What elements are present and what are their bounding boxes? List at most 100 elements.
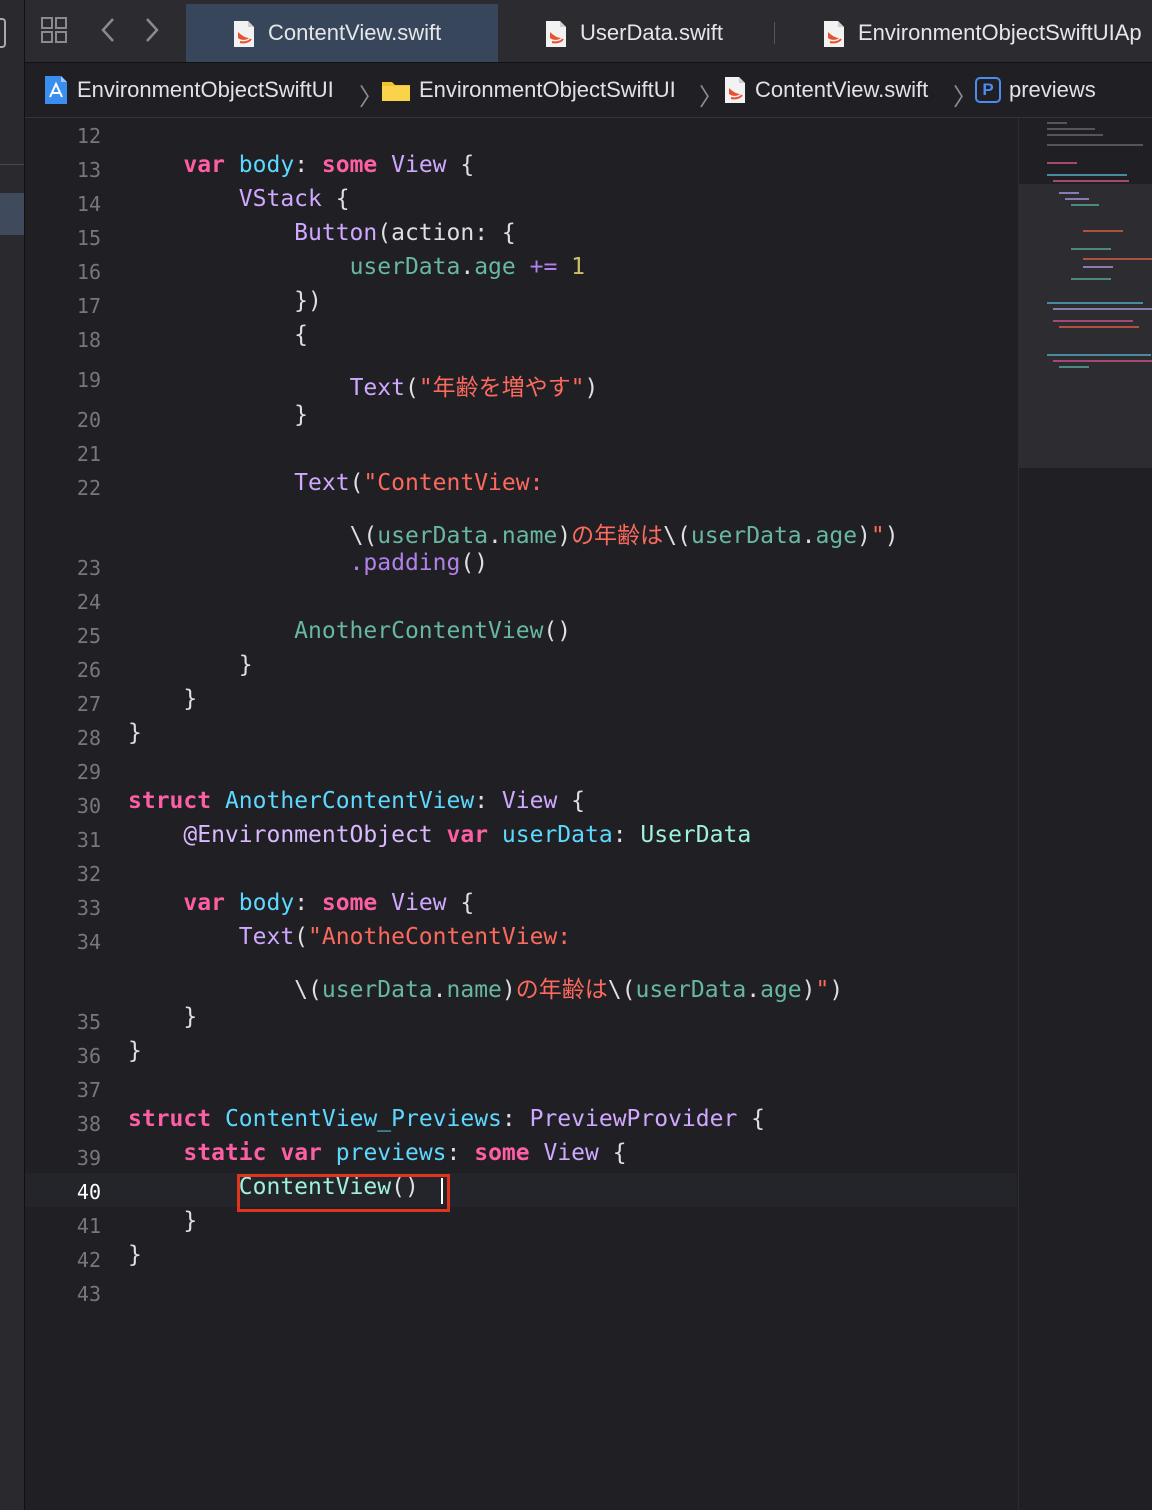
code-line: struct AnotherContentView: View { xyxy=(128,788,585,814)
minimap-line xyxy=(1059,192,1079,194)
breadcrumb-project[interactable]: EnvironmentObjectSwiftUI xyxy=(43,63,334,117)
line-number: 30 xyxy=(76,794,101,818)
xcode-project-icon xyxy=(45,76,67,104)
minimap-line xyxy=(1047,144,1143,146)
code-line: Text("年齢を増やす") xyxy=(349,375,599,401)
line-number: 36 xyxy=(76,1044,101,1068)
line-number: 12 xyxy=(76,124,101,148)
back-button[interactable] xyxy=(91,12,125,48)
tab-contentview-swift[interactable]: ContentView.swift xyxy=(186,4,498,62)
tab-label: EnvironmentObjectSwiftUIAp xyxy=(858,20,1142,45)
minimap-line xyxy=(1047,162,1077,164)
line-number: 16 xyxy=(76,260,101,284)
code-line: Text("ContentView: xyxy=(294,470,544,496)
line-number: 18 xyxy=(76,328,101,352)
line-number: 25 xyxy=(76,624,101,648)
line-number: 26 xyxy=(76,658,101,682)
line-number: 32 xyxy=(76,862,101,886)
code-line: }) xyxy=(294,288,322,314)
property-symbol-letter: P xyxy=(982,80,994,99)
forward-button[interactable] xyxy=(135,12,169,48)
swift-file-icon xyxy=(234,21,254,47)
navigator-edge xyxy=(0,0,25,1510)
code-line-wrapped: \(userData.name)の年齢は\(userData.age)") xyxy=(349,523,899,549)
tab-label: ContentView.swift xyxy=(268,20,442,45)
minimap-line xyxy=(1053,360,1152,362)
line-number: 21 xyxy=(76,442,101,466)
breadcrumb-folder[interactable]: EnvironmentObjectSwiftUI xyxy=(381,63,676,117)
code-line: @EnvironmentObject var userData: UserDat… xyxy=(183,822,752,848)
code-line: userData.age += 1 xyxy=(349,254,585,280)
highlight-annotation-box xyxy=(237,1174,450,1212)
swift-file-icon xyxy=(725,77,745,103)
line-number: 43 xyxy=(76,1282,101,1306)
code-line: } xyxy=(128,1038,142,1064)
code-line: AnotherContentView() xyxy=(294,618,572,644)
swift-file-icon xyxy=(824,21,844,47)
property-symbol-icon: P xyxy=(975,77,1001,103)
code-line: } xyxy=(128,720,142,746)
navigator-edge-shape xyxy=(0,18,6,48)
code-line: var body: some View { xyxy=(183,152,475,178)
line-number: 22 xyxy=(76,476,101,500)
code-line: var body: some View { xyxy=(183,890,475,916)
line-number: 33 xyxy=(76,896,101,920)
line-number-current: 40 xyxy=(76,1180,101,1204)
minimap-line xyxy=(1047,122,1067,124)
line-number: 17 xyxy=(76,294,101,318)
minimap-line xyxy=(1065,198,1089,200)
minimap-line xyxy=(1059,366,1089,368)
line-number: 14 xyxy=(76,192,101,216)
minimap-line xyxy=(1053,180,1129,182)
code-line: } xyxy=(238,652,253,678)
line-number: 15 xyxy=(76,226,101,250)
navigator-selection[interactable] xyxy=(0,193,24,235)
source-editor: ContentView.swift UserData.swift Environ… xyxy=(25,0,1152,1510)
swift-file-icon xyxy=(546,21,566,47)
code-line-wrapped: \(userData.name)の年齢は\(userData.age)") xyxy=(294,977,844,1003)
line-number: 34 xyxy=(76,930,101,954)
breadcrumb-symbol[interactable]: P previews xyxy=(975,63,1096,117)
navigator-divider xyxy=(0,164,24,165)
line-number: 38 xyxy=(76,1112,101,1136)
minimap-line xyxy=(1083,258,1152,260)
minimap-line xyxy=(1071,248,1111,250)
breadcrumb-chevron-icon: 〉 xyxy=(953,84,977,111)
minimap-line xyxy=(1053,308,1152,310)
line-number: 35 xyxy=(76,1010,101,1034)
line-number: 19 xyxy=(76,368,101,392)
minimap-line xyxy=(1047,302,1143,304)
tab-environmentobjectswiftuiapp[interactable]: EnvironmentObjectSwiftUIAp xyxy=(776,4,1152,62)
minimap-line xyxy=(1059,326,1139,328)
related-items-button[interactable] xyxy=(35,12,73,48)
tab-bar: ContentView.swift UserData.swift Environ… xyxy=(25,0,1152,63)
code-line: } xyxy=(294,402,309,428)
line-number: 24 xyxy=(76,590,101,614)
tab-label: UserData.swift xyxy=(580,20,724,45)
minimap-line xyxy=(1047,174,1127,176)
minimap-line xyxy=(1047,354,1151,356)
minimap-line xyxy=(1047,134,1103,136)
code-area[interactable]: 12 13 14 15 16 17 18 19 20 21 22 23 24 2… xyxy=(25,118,1017,1510)
line-number: 39 xyxy=(76,1146,101,1170)
line-number: 20 xyxy=(76,408,101,432)
minimap-line xyxy=(1083,230,1123,232)
code-line: } xyxy=(183,1208,198,1234)
code-line: } xyxy=(128,1242,142,1268)
breadcrumb-label: EnvironmentObjectSwiftUI xyxy=(419,77,676,102)
breadcrumb-chevron-icon: 〉 xyxy=(699,84,723,111)
chevron-right-icon xyxy=(146,18,159,42)
minimap[interactable] xyxy=(1018,118,1152,1510)
breadcrumb-chevron-icon: 〉 xyxy=(359,84,383,111)
code-line: Text("AnotheContentView: xyxy=(238,924,572,950)
line-number: 23 xyxy=(76,556,101,580)
breadcrumb-file[interactable]: ContentView.swift xyxy=(723,63,928,117)
line-number: 29 xyxy=(76,760,101,784)
tab-userdata-swift[interactable]: UserData.swift xyxy=(498,4,774,62)
folder-icon xyxy=(382,82,410,101)
breadcrumb-label: EnvironmentObjectSwiftUI xyxy=(77,77,334,102)
code-line: } xyxy=(183,686,198,712)
code-line: VStack { xyxy=(238,186,350,212)
line-number: 37 xyxy=(76,1078,101,1102)
code-line: struct ContentView_Previews: PreviewProv… xyxy=(128,1106,766,1132)
